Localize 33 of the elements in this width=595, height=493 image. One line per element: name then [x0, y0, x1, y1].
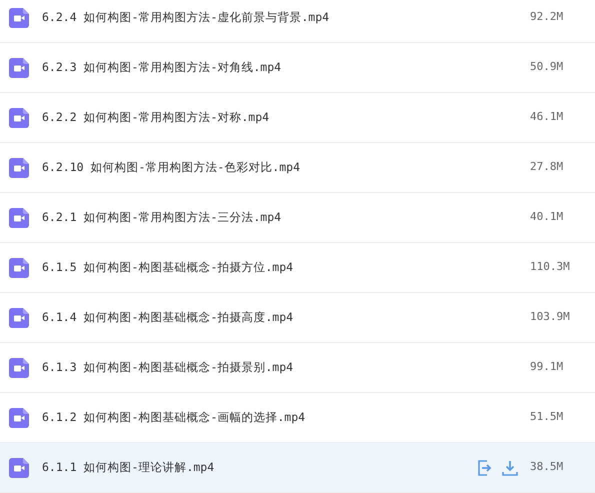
file-name: 6.2.10 如何构图-常用构图方法-色彩对比.mp4 [42, 158, 300, 176]
file-name: 6.2.2 如何构图-常用构图方法-对称.mp4 [42, 108, 270, 126]
download-icon[interactable] [502, 460, 518, 476]
video-file-icon [9, 358, 29, 378]
file-size: 110.3M [530, 259, 571, 276]
video-file-icon [9, 8, 29, 28]
file-row[interactable]: 6.1.1 如何构图-理论讲解.mp4 38.5M [0, 443, 595, 493]
file-name: 6.2.3 如何构图-常用构图方法-对角线.mp4 [42, 58, 282, 76]
file-size: 92.2M [530, 9, 564, 26]
file-name: 6.1.3 如何构图-构图基础概念-拍摄景别.mp4 [42, 358, 294, 376]
video-file-icon [9, 208, 29, 228]
file-name: 6.1.1 如何构图-理论讲解.mp4 [42, 458, 214, 476]
file-size: 27.8M [530, 159, 564, 176]
file-size: 103.9M [530, 309, 571, 326]
file-size: 50.9M [530, 59, 564, 76]
move-icon[interactable] [477, 460, 493, 476]
file-size: 40.1M [530, 209, 564, 226]
file-size: 38.5M [530, 459, 564, 476]
file-size: 99.1M [530, 359, 564, 376]
video-file-icon [9, 458, 29, 478]
file-name: 6.1.5 如何构图-构图基础概念-拍摄方位.mp4 [42, 258, 294, 276]
video-file-icon [9, 408, 29, 428]
file-name: 6.2.1 如何构图-常用构图方法-三分法.mp4 [42, 208, 282, 226]
video-file-icon [9, 108, 29, 128]
video-file-icon [9, 158, 29, 178]
file-name: 6.1.2 如何构图-构图基础概念-画幅的选择.mp4 [42, 408, 306, 426]
file-name: 6.1.4 如何构图-构图基础概念-拍摄高度.mp4 [42, 308, 294, 326]
video-file-icon [9, 308, 29, 328]
file-size: 51.5M [530, 409, 564, 426]
video-file-icon [9, 258, 29, 278]
file-name: 6.2.4 如何构图-常用构图方法-虚化前景与背景.mp4 [42, 8, 330, 26]
file-size: 46.1M [530, 109, 564, 126]
video-file-icon [9, 58, 29, 78]
